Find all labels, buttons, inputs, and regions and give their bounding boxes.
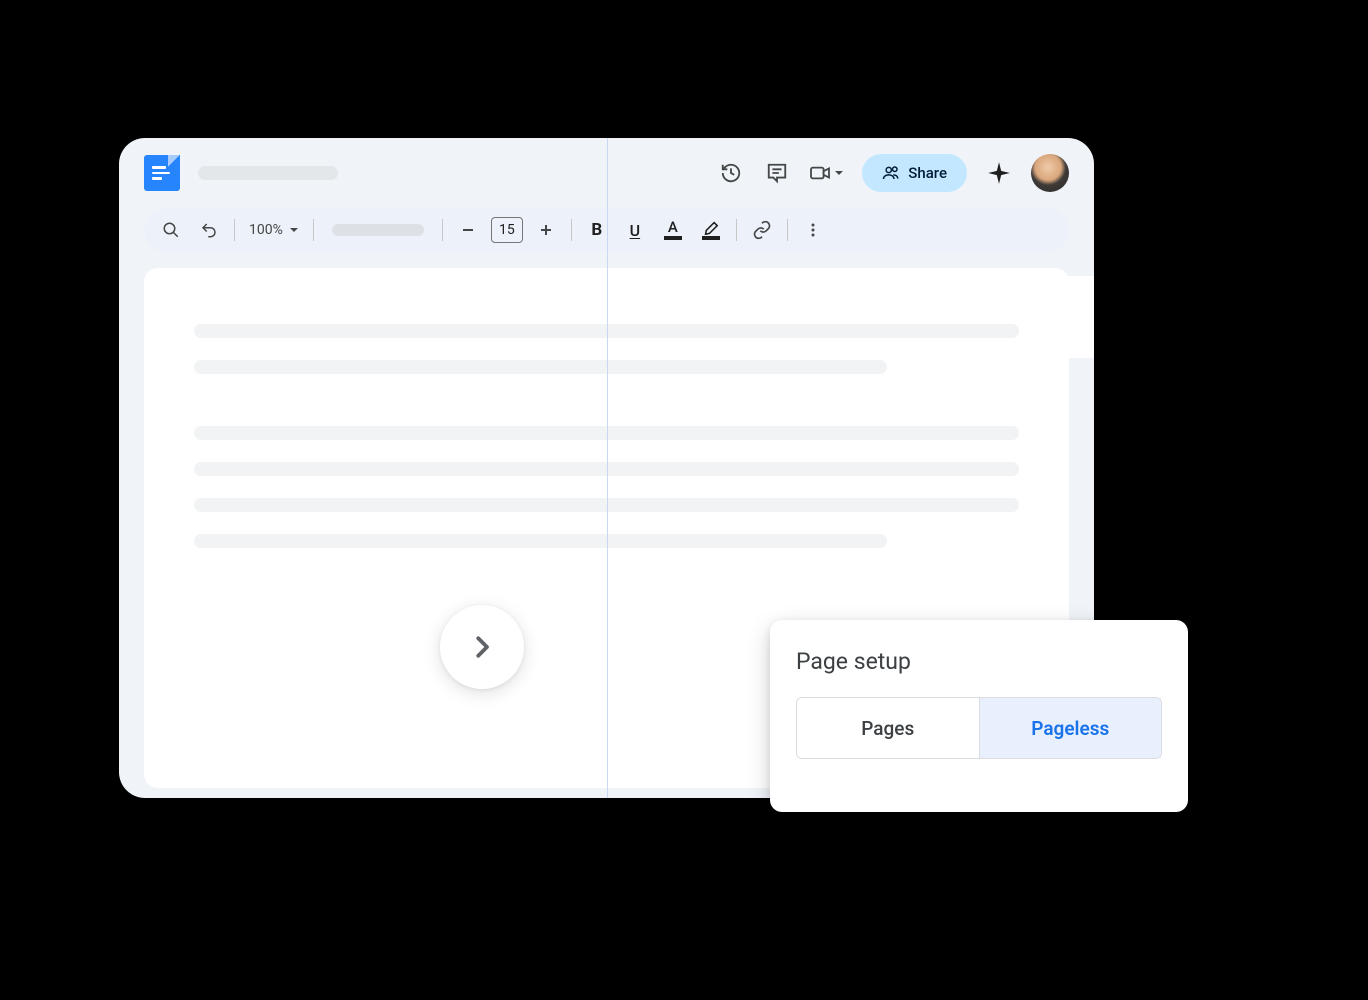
increase-font-size-button[interactable]	[531, 215, 561, 245]
pageless-option[interactable]: Pageless	[980, 698, 1162, 758]
page-split-divider	[607, 138, 608, 798]
gemini-sparkle-icon[interactable]	[985, 159, 1013, 187]
history-icon[interactable]	[717, 159, 745, 187]
more-options-button[interactable]	[798, 215, 828, 245]
toolbar-separator	[787, 219, 788, 241]
content-line-placeholder	[194, 534, 887, 548]
share-label: Share	[908, 164, 947, 182]
highlight-color-button[interactable]	[696, 215, 726, 245]
chevron-down-icon	[834, 168, 844, 178]
share-button[interactable]: Share	[862, 154, 967, 192]
pages-option[interactable]: Pages	[797, 698, 980, 758]
chevron-right-icon	[467, 632, 497, 662]
toolbar-separator	[442, 219, 443, 241]
toolbar-separator	[736, 219, 737, 241]
popup-title: Page setup	[796, 648, 1162, 675]
chevron-down-icon	[289, 225, 299, 235]
content-line-placeholder	[194, 360, 887, 374]
zoom-dropdown[interactable]: 100%	[245, 222, 303, 238]
toolbar-separator	[234, 219, 235, 241]
comment-icon[interactable]	[763, 159, 791, 187]
decrease-font-size-button[interactable]	[453, 215, 483, 245]
insert-link-button[interactable]	[747, 215, 777, 245]
people-icon	[882, 164, 900, 182]
expand-arrow-button[interactable]	[440, 605, 524, 689]
document-title-placeholder[interactable]	[198, 166, 338, 180]
zoom-value: 100%	[249, 222, 283, 238]
underline-button[interactable]: U	[620, 215, 650, 245]
header-left	[144, 155, 338, 191]
page-mode-toggle: Pages Pageless	[796, 697, 1162, 759]
search-icon[interactable]	[156, 215, 186, 245]
toolbar-separator	[313, 219, 314, 241]
header-right: Share	[717, 154, 1069, 192]
undo-icon[interactable]	[194, 215, 224, 245]
video-call-button[interactable]	[809, 164, 844, 182]
font-selector-placeholder[interactable]	[332, 224, 424, 236]
toolbar-separator	[571, 219, 572, 241]
text-color-button[interactable]: A	[658, 215, 688, 245]
docs-logo-icon[interactable]	[144, 155, 180, 191]
profile-avatar[interactable]	[1031, 154, 1069, 192]
font-size-input[interactable]: 15	[491, 217, 523, 243]
page-setup-popup: Page setup Pages Pageless	[770, 620, 1188, 812]
